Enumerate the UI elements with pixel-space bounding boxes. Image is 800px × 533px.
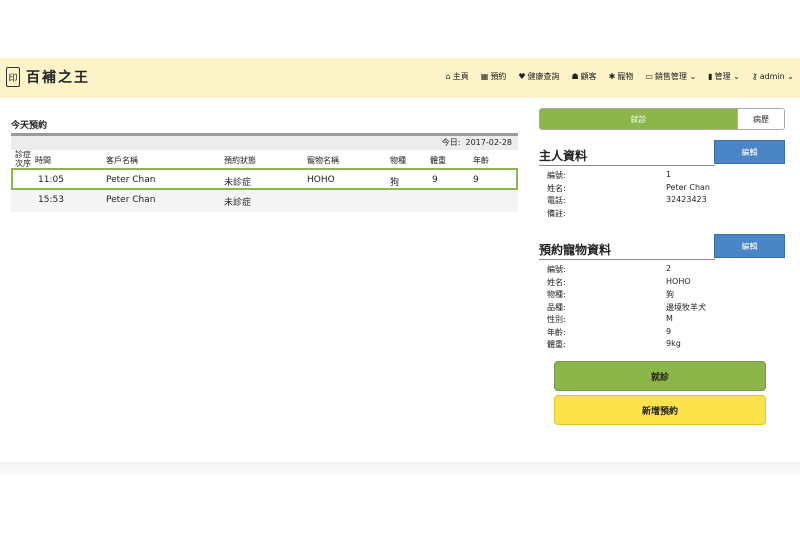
detail-panel: 就診 病歷 主人資料 編輯 編號: 1 姓名: Peter Chan 電話: 3242…	[539, 108, 785, 352]
tab-consult[interactable]: 就診	[540, 109, 737, 129]
pet-fields: 編號: 2 姓名: HOHO 物種: 狗 品種: 邊境牧羊犬 性別: M 年齡: 9 體重:…	[539, 264, 785, 352]
view-toggle: 就診 病歷	[539, 108, 785, 130]
field-row: 備註:	[547, 208, 566, 218]
col-pet: 寵物名稱	[307, 156, 339, 165]
field-row: 物種: 狗	[547, 290, 674, 299]
field-row: 姓名: HOHO	[547, 276, 691, 287]
col-age: 年齡	[473, 156, 489, 165]
today-appointments: 今天預約 今日: 2017-02-28 診症 次序 時間 客戶名稱 預約狀態 寵…	[11, 118, 518, 212]
edit-owner-button[interactable]: 編輯	[714, 140, 785, 164]
nav-item-customers[interactable]: ☗ 顧客	[571, 71, 596, 82]
col-client: 客戶名稱	[106, 156, 138, 165]
field-row: 電話: 32423423	[547, 195, 707, 205]
nav-item-home[interactable]: ⌂ 主頁	[446, 71, 469, 82]
col-weight: 體重	[430, 156, 446, 165]
field-row: 年齡: 9	[547, 326, 672, 337]
top-navbar: 印 百補之王 ⌂ 主頁 ▦ 預約 ♥ 健康查詢 ☗ 顧客 ✱ 寵物 ▭ 銷售管理 ⌄ ▮ 管理…	[0, 58, 800, 98]
home-icon: ⌂	[445, 72, 451, 81]
table-row[interactable]: 15:53 Peter Chan 未診症	[11, 190, 518, 212]
brand-title: 百補之王	[26, 70, 90, 86]
calendar-icon: ▦	[480, 72, 489, 81]
table-row[interactable]: 11:05 Peter Chan 未診症 HOHO 狗 9 9	[11, 168, 518, 190]
new-appointment-button[interactable]: 新增預約	[554, 395, 766, 425]
date-value: 2017-02-28	[465, 138, 513, 147]
col-order: 診症 次序	[15, 150, 31, 168]
footer	[0, 462, 800, 474]
nav-item-sales[interactable]: ▭ 銷售管理 ⌄	[645, 71, 696, 82]
file-icon: ▮	[708, 72, 713, 81]
nav-item-health[interactable]: ♥ 健康查詢	[518, 71, 559, 82]
seal-icon: 印	[6, 67, 20, 87]
nav-item-pets[interactable]: ✱ 寵物	[609, 71, 634, 82]
consult-button[interactable]: 就診	[554, 361, 766, 391]
paw-icon: ✱	[608, 72, 616, 81]
heart-icon: ♥	[518, 72, 526, 81]
field-row: 性別: M	[547, 314, 673, 324]
date-bar: 今日: 2017-02-28	[11, 136, 518, 150]
key-icon: ⚷	[751, 72, 758, 81]
field-row: 姓名: Peter Chan	[547, 182, 710, 193]
owner-title: 主人資料	[539, 138, 715, 166]
nav-item-admin[interactable]: ▮ 管理 ⌄	[708, 71, 740, 82]
nav-item-appointment[interactable]: ▦ 預約	[481, 71, 507, 82]
today-heading: 今天預約	[11, 121, 48, 131]
field-row: 編號: 2	[547, 264, 672, 274]
date-label: 今日:	[441, 138, 461, 147]
field-row: 品種: 邊境牧羊犬	[547, 302, 706, 312]
tab-history[interactable]: 病歷	[737, 109, 784, 129]
owner-section: 主人資料 編輯 編號: 1 姓名: Peter Chan 電話: 32423423 備…	[539, 138, 785, 220]
col-species: 物種	[390, 156, 406, 165]
field-row: 體重: 9kg	[547, 339, 681, 349]
nav-menu: ⌂ 主頁 ▦ 預約 ♥ 健康查詢 ☗ 顧客 ✱ 寵物 ▭ 銷售管理 ⌄ ▮ 管理 ⌄ ⚷ adm…	[446, 71, 794, 82]
col-status: 預約狀態	[224, 156, 256, 165]
table-header: 診症 次序 時間 客戶名稱 預約狀態 寵物名稱 物種 體重 年齡	[11, 150, 518, 168]
edit-pet-button[interactable]: 編輯	[714, 234, 785, 258]
card-icon: ▭	[645, 72, 653, 81]
owner-fields: 編號: 1 姓名: Peter Chan 電話: 32423423 備註:	[539, 170, 785, 220]
pet-title: 預約寵物資料	[539, 232, 715, 260]
col-time: 時間	[35, 156, 51, 165]
pet-section: 預約寵物資料 編輯 編號: 2 姓名: HOHO 物種: 狗 品種: 邊境牧羊犬 性別:…	[539, 232, 785, 352]
nav-item-user[interactable]: ⚷ admin ⌄	[752, 71, 794, 82]
field-row: 編號: 1	[547, 170, 672, 180]
brand[interactable]: 印 百補之王	[6, 67, 90, 87]
users-icon: ☗	[571, 72, 579, 81]
